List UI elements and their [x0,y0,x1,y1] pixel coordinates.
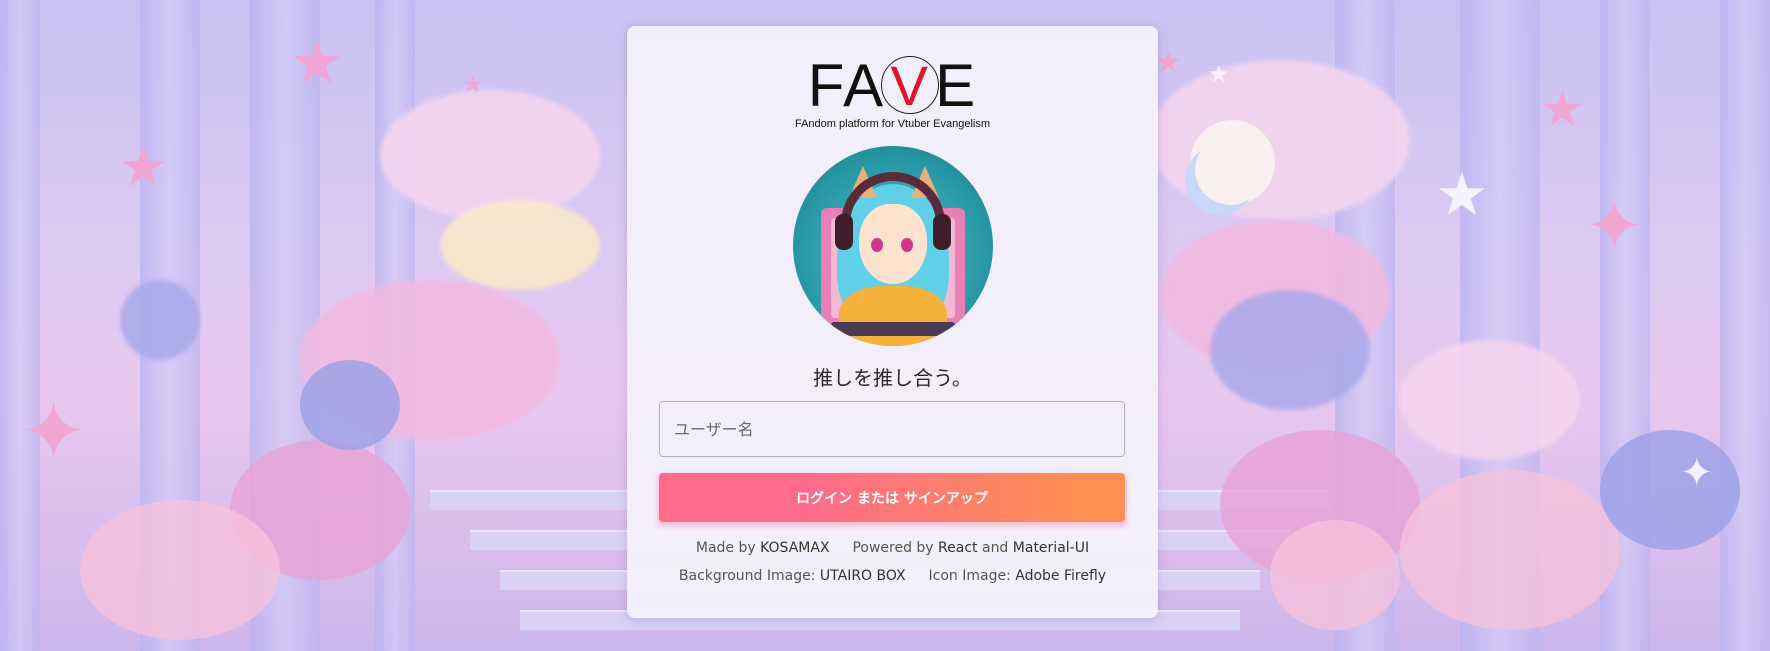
made-by-prefix: Made by [695,540,756,556]
icon-image-prefix: Icon Image: [928,568,1011,584]
logo-v-circle: V [881,56,940,115]
bg-image-prefix: Background Image: [678,568,816,584]
react-link[interactable]: React [938,540,977,556]
credits-line-2: Background Image: UTAIRO BOX Icon Image:… [627,568,1158,584]
logo-text-left: FA [807,52,886,119]
login-signup-button[interactable]: ログイン または サインアップ [659,473,1125,522]
adobe-firefly-link[interactable]: Adobe Firefly [1015,568,1106,584]
username-field-container [659,401,1125,457]
fave-logo: FAVE [627,56,1158,116]
anime-vtuber-avatar-icon [793,146,993,346]
made-by-link[interactable]: KOSAMAX [760,540,829,556]
utairo-box-link[interactable]: UTAIRO BOX [820,568,906,584]
material-ui-link[interactable]: Material-UI [1013,540,1089,556]
powered-by-and: and [981,540,1009,556]
tagline: 推しを推し合う。 [813,366,972,390]
login-card: FAVE FAndom platform for Vtuber Evangeli… [627,26,1158,618]
credits-line-1: Made by KOSAMAX Powered by React and Mat… [627,540,1158,556]
logo-subtitle: FAndom platform for Vtuber Evangelism [794,118,991,130]
powered-by-prefix: Powered by [852,540,934,556]
logo-text-right: E [935,52,978,119]
username-input[interactable] [660,402,1124,456]
